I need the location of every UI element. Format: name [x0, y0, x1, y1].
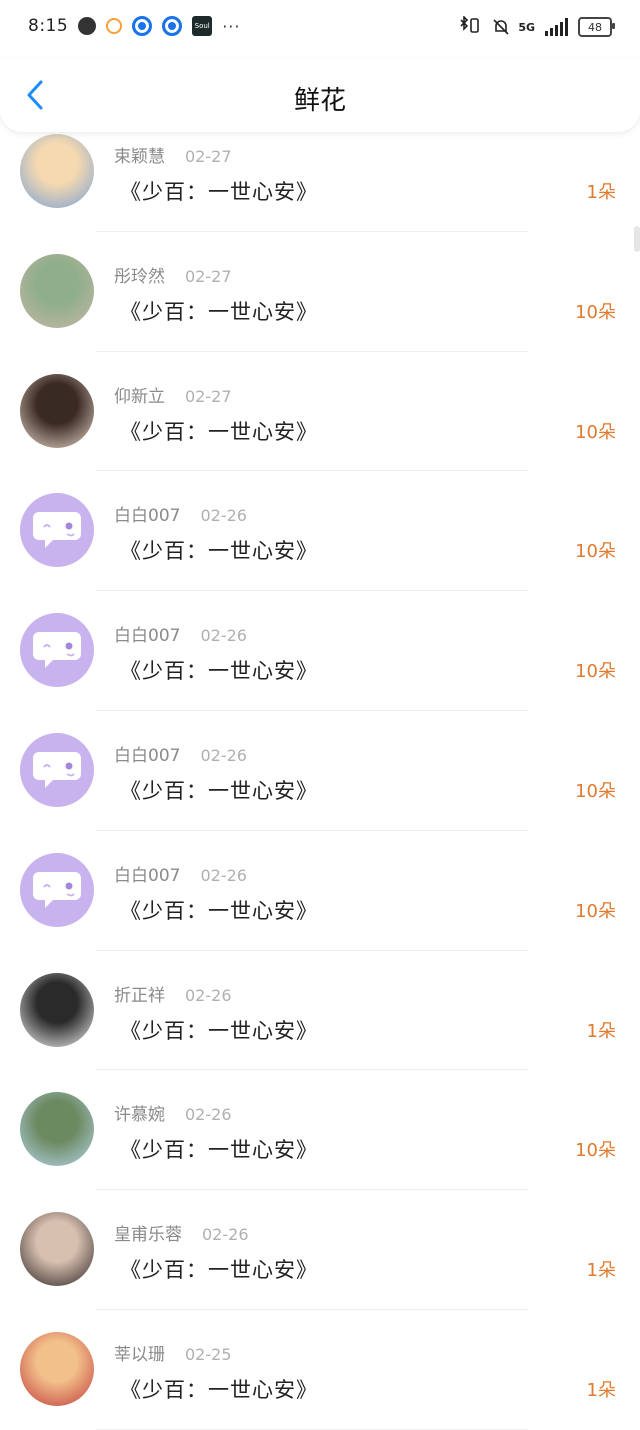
avatar[interactable]	[20, 134, 94, 208]
item-meta: 皇甫乐蓉 02-26	[114, 1220, 249, 1245]
message-notification-icon-2	[162, 16, 183, 36]
status-bar: 8:15 Soul ··· 5G 48	[0, 0, 640, 58]
book-title[interactable]: 《少百：一世心安》	[120, 775, 318, 805]
avatar[interactable]	[20, 1331, 94, 1406]
item-meta: 白白007 02-26	[114, 621, 247, 646]
page-title: 鲜花	[293, 86, 346, 116]
item-meta: 许慕婉 02-26	[114, 1100, 232, 1125]
list-item[interactable]: 白白007 02-26 《少百：一世心安》 10朵	[0, 831, 640, 951]
flower-count: 10朵	[575, 421, 616, 443]
mute-bell-icon	[492, 18, 509, 36]
item-meta: 白白007 02-26	[114, 861, 247, 886]
item-meta: 折正祥 02-26	[114, 981, 232, 1006]
chat-bubble-icon	[33, 632, 81, 669]
list-item[interactable]: 许慕婉 02-26 《少百：一世心安》 10朵	[0, 1070, 640, 1191]
item-meta: 莘以珊 02-25	[114, 1340, 232, 1365]
network-type: 5G	[518, 20, 535, 34]
user-name[interactable]: 皇甫乐蓉	[114, 1220, 182, 1245]
item-date: 02-25	[185, 1344, 232, 1364]
user-name[interactable]: 束颖慧	[114, 142, 165, 167]
list-item[interactable]: 白白007 02-26 《少百：一世心安》 10朵	[0, 711, 640, 831]
item-meta: 白白007 02-26	[114, 741, 247, 766]
user-name[interactable]: 白白007	[114, 741, 180, 766]
flower-count: 1朵	[586, 1260, 616, 1282]
avatar[interactable]	[20, 253, 94, 328]
avatar[interactable]	[20, 852, 94, 927]
user-name[interactable]: 许慕婉	[114, 1100, 165, 1125]
item-date: 02-27	[185, 266, 232, 286]
avatar[interactable]	[20, 1092, 94, 1167]
signal-icon	[545, 18, 568, 36]
user-name[interactable]: 仰新立	[114, 382, 165, 407]
avatar[interactable]	[20, 613, 94, 688]
book-title[interactable]: 《少百：一世心安》	[120, 1015, 318, 1045]
battery-level: 48	[588, 20, 602, 34]
list-item[interactable]: 折正祥 02-26 《少百：一世心安》 1朵	[0, 951, 640, 1071]
item-date: 02-26	[202, 1225, 249, 1245]
item-meta: 白白007 02-26	[114, 501, 247, 526]
list-item[interactable]: 白白007 02-26 《少百：一世心安》 10朵	[0, 591, 640, 711]
item-date: 02-26	[200, 745, 247, 765]
user-name[interactable]: 莘以珊	[114, 1340, 165, 1365]
item-date: 02-26	[185, 1105, 232, 1125]
soul-app-icon: Soul	[192, 16, 213, 36]
avatar[interactable]	[20, 732, 94, 807]
item-date: 02-26	[200, 865, 247, 885]
list-item[interactable]: 彤玲然 02-27 《少百：一世心安》 10朵	[0, 232, 640, 352]
user-name[interactable]: 白白007	[114, 621, 180, 646]
flower-count: 1朵	[586, 1020, 616, 1042]
book-title[interactable]: 《少百：一世心安》	[120, 1254, 318, 1284]
user-name[interactable]: 折正祥	[114, 981, 165, 1006]
list-item[interactable]: 皇甫乐蓉 02-26 《少百：一世心安》 1朵	[0, 1190, 640, 1310]
flower-count: 10朵	[575, 661, 616, 683]
avatar[interactable]	[20, 493, 94, 568]
more-notifications-icon: ···	[222, 16, 241, 36]
app-notification-icon	[106, 18, 123, 34]
book-title[interactable]: 《少百：一世心安》	[120, 176, 318, 206]
user-name[interactable]: 白白007	[114, 501, 180, 526]
flower-count: 10朵	[575, 301, 616, 323]
user-name[interactable]: 白白007	[114, 861, 180, 886]
item-meta: 仰新立 02-27	[114, 382, 232, 407]
header: 鲜花	[0, 58, 640, 132]
bluetooth-vibrate-icon	[458, 15, 482, 38]
book-title[interactable]: 《少百：一世心安》	[120, 1374, 318, 1404]
item-meta: 束颖慧 02-27	[114, 142, 232, 167]
avatar[interactable]	[20, 1212, 94, 1287]
item-date: 02-27	[185, 147, 232, 166]
item-meta: 彤玲然 02-27	[114, 262, 232, 287]
item-date: 02-26	[200, 626, 247, 646]
book-title[interactable]: 《少百：一世心安》	[120, 655, 318, 685]
avatar[interactable]	[20, 373, 94, 448]
item-date: 02-27	[185, 386, 232, 406]
flower-count: 1朵	[586, 1379, 616, 1401]
book-title[interactable]: 《少百：一世心安》	[120, 296, 318, 326]
book-title[interactable]: 《少百：一世心安》	[120, 1134, 318, 1164]
message-notification-icon	[132, 16, 153, 36]
chat-bubble-icon	[33, 871, 81, 908]
flower-count: 10朵	[575, 900, 616, 922]
item-date: 02-26	[185, 985, 232, 1005]
list-item[interactable]: 白白007 02-26 《少百：一世心安》 10朵	[0, 471, 640, 592]
book-title[interactable]: 《少百：一世心安》	[120, 416, 318, 446]
avatar[interactable]	[20, 972, 94, 1047]
flower-count: 10朵	[575, 1140, 616, 1162]
list-item[interactable]: 仰新立 02-27 《少百：一世心安》 10朵	[0, 352, 640, 472]
battery-icon: 48	[578, 17, 615, 37]
flower-count: 10朵	[575, 541, 616, 563]
chat-bubble-icon	[33, 751, 81, 788]
status-time: 8:15	[28, 16, 69, 36]
globe-icon	[78, 17, 97, 35]
book-title[interactable]: 《少百：一世心安》	[120, 895, 318, 925]
user-name[interactable]: 彤玲然	[114, 262, 165, 287]
flower-list: 束颖慧 02-27 《少百：一世心安》 1朵 彤玲然 02-27 《少百：一世心安》 10朵仰…	[0, 112, 640, 1430]
list-item[interactable]: 莘以珊 02-25 《少百：一世心安》 1朵	[0, 1310, 640, 1430]
chat-bubble-icon	[33, 512, 81, 549]
book-title[interactable]: 《少百：一世心安》	[120, 535, 318, 565]
flower-count: 10朵	[575, 780, 616, 802]
flower-count: 1朵	[586, 182, 616, 203]
item-date: 02-26	[200, 506, 247, 526]
